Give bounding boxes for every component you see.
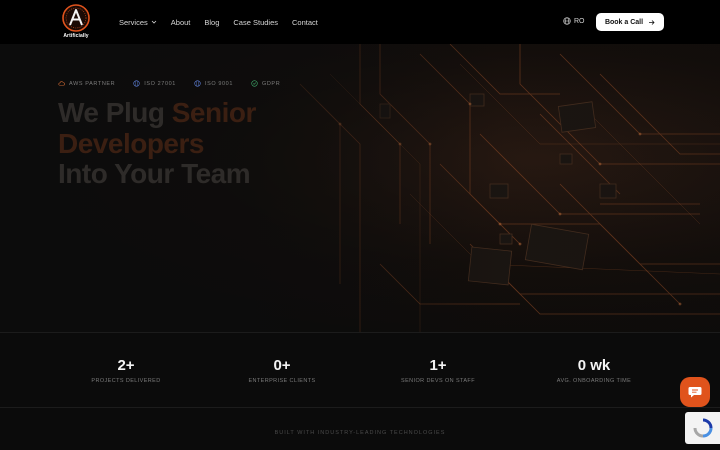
chat-bubble-icon	[688, 387, 702, 398]
badge-label: AWS PARTNER	[69, 80, 116, 87]
badge-iso-9001: ISO 9001	[194, 80, 233, 87]
menu-item-label: Case Studies	[233, 17, 278, 27]
check-circle-icon	[251, 80, 258, 87]
chevron-down-icon	[151, 20, 157, 24]
tech-caption: BUILT WITH INDUSTRY-LEADING TECHNOLOGIES	[274, 430, 446, 436]
headline-part: Into Your Team	[58, 158, 251, 189]
headline-highlight: Senior	[171, 97, 257, 128]
badge-gdpr: GDPR	[251, 80, 280, 87]
globe-icon	[194, 80, 201, 87]
language-switcher[interactable]: RO	[563, 17, 585, 25]
cloud-icon	[58, 81, 65, 86]
globe-icon	[563, 17, 571, 25]
stat-label: PROJECTS DELIVERED	[91, 378, 161, 384]
menu-item-contact[interactable]: Contact	[292, 18, 318, 27]
stat-value: 0+	[273, 357, 291, 374]
stat-value: 1+	[429, 357, 447, 374]
stat-label: ENTERPRISE CLIENTS	[248, 378, 316, 384]
badge-label: ISO 27001	[144, 80, 176, 87]
recaptcha-icon	[693, 418, 712, 438]
menu-item-case-studies[interactable]: Case Studies	[233, 18, 278, 27]
badge-label: GDPR	[261, 80, 281, 87]
headline-part: We Plug	[58, 97, 172, 128]
top-navigation: Artificially Services About Blog Case St…	[0, 0, 720, 44]
book-call-button[interactable]: Book a Call	[596, 13, 664, 31]
headline-highlight: Developers	[58, 127, 204, 159]
menu-item-label: Blog	[204, 17, 220, 27]
chat-widget-button[interactable]	[680, 377, 710, 407]
menu-item-blog[interactable]: Blog	[204, 18, 219, 27]
stat-value: 0 wk	[577, 357, 611, 374]
menu-item-about[interactable]: About	[171, 18, 191, 27]
menu-item-services[interactable]: Services	[119, 18, 157, 27]
book-call-label: Book a Call	[604, 18, 644, 26]
language-label: RO	[574, 17, 585, 25]
badge-aws: AWS PARTNER	[58, 80, 115, 87]
stats-bar: 2+ PROJECTS DELIVERED 0+ ENTERPRISE CLIE…	[0, 332, 720, 408]
hero-section: AWS PARTNER ISO 27001 ISO 9001 GDPR We P…	[0, 44, 720, 332]
stat-projects: 2+ PROJECTS DELIVERED	[51, 357, 201, 384]
stat-devs: 1+ SENIOR DEVS ON STAFF	[363, 357, 513, 384]
badge-iso-27001: ISO 27001	[133, 80, 176, 87]
globe-icon	[133, 80, 140, 87]
stat-onboarding: 0 wk AVG. ONBOARDING TIME	[519, 357, 669, 384]
main-menu: Services About Blog Case Studies Contact	[119, 0, 332, 44]
stat-clients: 0+ ENTERPRISE CLIENTS	[207, 357, 357, 384]
menu-item-label: Services	[119, 17, 148, 27]
logo-icon	[62, 4, 90, 32]
arrow-right-icon	[649, 19, 655, 25]
stat-label: SENIOR DEVS ON STAFF	[401, 378, 475, 384]
logo-wordmark: Artificially	[63, 33, 89, 39]
brand-logo[interactable]: Artificially	[60, 4, 92, 42]
certification-badges: AWS PARTNER ISO 27001 ISO 9001 GDPR	[58, 80, 280, 87]
menu-item-label: About	[170, 17, 191, 27]
stat-value: 2+	[117, 357, 135, 374]
badge-label: ISO 9001	[204, 80, 233, 87]
menu-item-label: Contact	[292, 17, 318, 27]
recaptcha-badge[interactable]	[685, 412, 720, 444]
hero-headline: We Plug Senior Developers Into Your Team	[58, 97, 257, 190]
stat-label: AVG. ONBOARDING TIME	[556, 378, 632, 384]
